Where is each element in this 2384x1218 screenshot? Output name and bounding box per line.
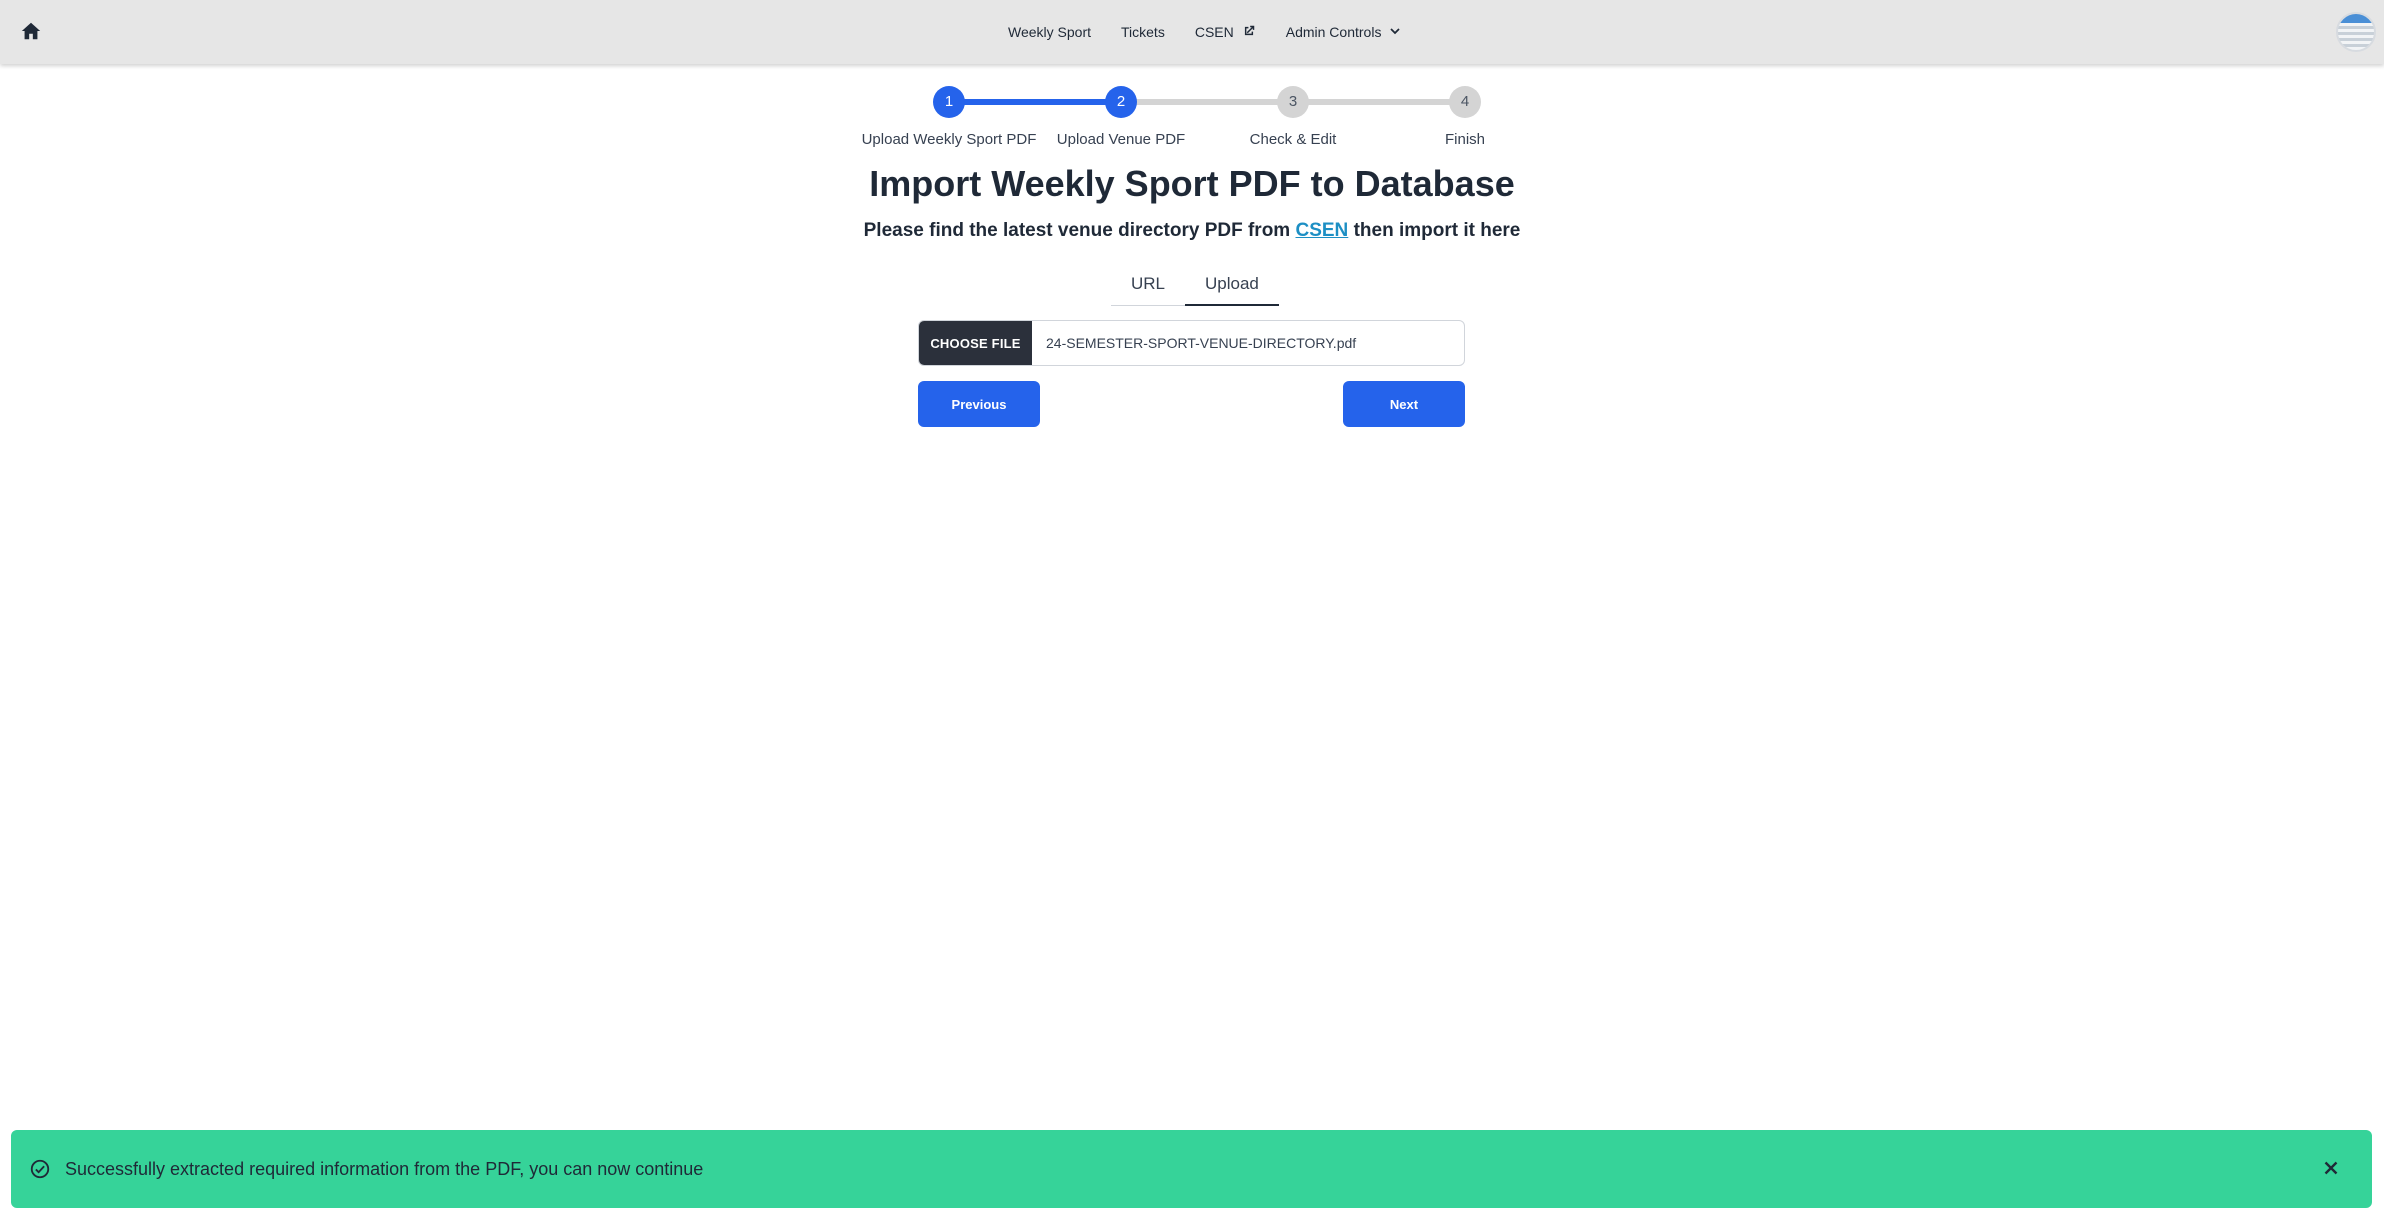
tab-upload[interactable]: Upload (1185, 268, 1279, 306)
step-2-label: Upload Venue PDF (1056, 131, 1186, 148)
csen-link[interactable]: CSEN (1295, 220, 1348, 241)
nav-link-tickets[interactable]: Tickets (1121, 24, 1165, 40)
file-upload-input[interactable]: CHOOSE FILE 24-SEMESTER-SPORT-VENUE-DIRE… (918, 320, 1465, 366)
page-title: Import Weekly Sport PDF to Database (869, 163, 1515, 204)
step-connector (1121, 99, 1293, 105)
home-icon[interactable] (20, 20, 44, 44)
success-toast: Successfully extracted required informat… (11, 1130, 2372, 1208)
step-4-label: Finish (1444, 131, 1485, 148)
progress-stepper: 1 2 3 4 Upload Weekly Sport PDF Upload V… (862, 83, 1485, 153)
tab-url[interactable]: URL (1111, 268, 1185, 305)
toast-message: Successfully extracted required informat… (65, 1158, 704, 1179)
nav-link-label: Tickets (1121, 24, 1165, 40)
nav-link-label: CSEN (1194, 24, 1234, 40)
avatar[interactable] (2336, 12, 2376, 52)
top-navbar: Weekly Sport Tickets CSEN Admin Controls (0, 0, 2384, 64)
nav-link-weekly-sport[interactable]: Weekly Sport (1008, 24, 1091, 40)
check-circle-icon (29, 1158, 51, 1180)
external-link-icon (1242, 24, 1256, 41)
source-tabs: URL Upload (1111, 268, 1279, 306)
nav-link-label: Weekly Sport (1008, 24, 1091, 40)
subtitle-text-before: Please find the latest venue directory P… (863, 220, 1291, 241)
step-connector (949, 99, 1121, 105)
previous-button[interactable]: Previous (918, 381, 1040, 427)
choose-file-button[interactable]: CHOOSE FILE (919, 321, 1032, 365)
step-1-label: Upload Weekly Sport PDF (861, 131, 1037, 148)
step-4-indicator: 4 (1449, 86, 1481, 118)
step-3-label: Check & Edit (1249, 131, 1337, 148)
step-connector (1293, 99, 1465, 105)
page-subtitle: Please find the latest venue directory P… (0, 220, 2384, 242)
step-2-indicator: 2 (1105, 86, 1137, 118)
nav-links: Weekly Sport Tickets CSEN Admin Controls (1008, 0, 1401, 64)
next-button[interactable]: Next (1343, 381, 1465, 427)
close-icon[interactable] (2320, 1157, 2344, 1181)
subtitle-text-after: then import it here (1353, 220, 1521, 241)
chevron-down-icon (1389, 24, 1401, 40)
nav-link-label: Admin Controls (1285, 24, 1382, 40)
nav-link-csen[interactable]: CSEN (1195, 24, 1256, 41)
step-1-indicator: 1 (933, 86, 965, 118)
selected-file-name: 24-SEMESTER-SPORT-VENUE-DIRECTORY.pdf (1046, 335, 1357, 351)
step-3-indicator: 3 (1277, 86, 1309, 118)
nav-link-admin-controls[interactable]: Admin Controls (1286, 24, 1402, 40)
